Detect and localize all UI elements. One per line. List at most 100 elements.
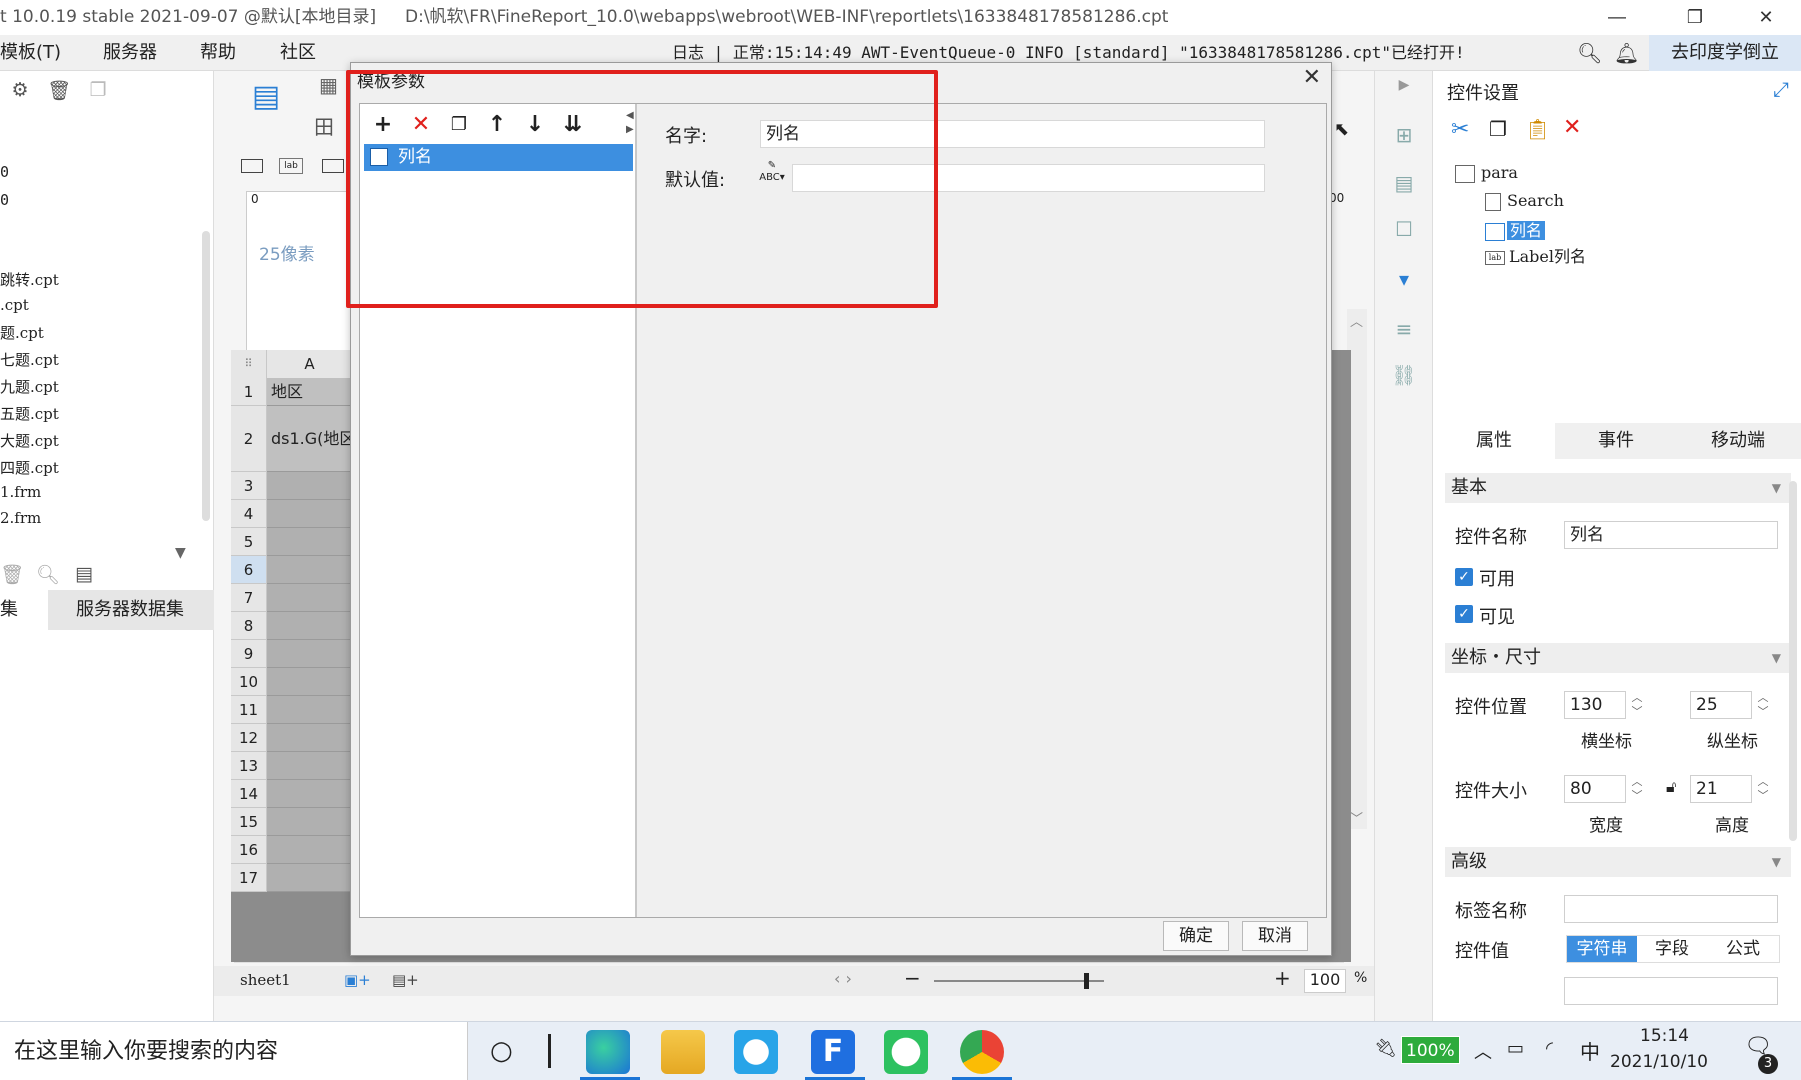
row-header[interactable]: 3 — [231, 472, 267, 500]
file-item[interactable]: 五题.cpt — [0, 403, 59, 424]
row-header[interactable]: 13 — [231, 752, 267, 780]
zoom-slider[interactable] — [934, 980, 1104, 982]
grid-icon[interactable]: 田 — [314, 111, 342, 139]
cell[interactable] — [267, 612, 353, 640]
ok-button[interactable]: 确定 — [1163, 921, 1229, 951]
edge-icon[interactable] — [586, 1030, 630, 1074]
delete-icon[interactable]: ✕ — [1563, 115, 1581, 140]
task-view-icon[interactable]: ○ — [490, 1036, 513, 1066]
file-item[interactable]: 七题.cpt — [0, 349, 59, 370]
cell[interactable] — [267, 780, 353, 808]
row-header[interactable]: 5 — [231, 528, 267, 556]
visible-checkbox[interactable]: ✓ — [1455, 605, 1473, 623]
cell[interactable] — [267, 472, 353, 500]
row-header[interactable]: 2 — [231, 406, 267, 472]
edit-dataset-icon[interactable]: ▤ — [72, 563, 96, 587]
cell[interactable] — [267, 836, 353, 864]
chevron-down-icon[interactable]: ▼ — [175, 545, 186, 561]
row-header[interactable]: 4 — [231, 500, 267, 528]
tab-template-dataset[interactable]: 集 — [0, 590, 48, 630]
cell[interactable]: ds1.G(地区 — [267, 406, 353, 472]
combobox-icon[interactable]: ▾ — [1391, 267, 1417, 293]
scrollbar[interactable] — [1789, 481, 1797, 841]
menu-community[interactable]: 社区 — [280, 35, 316, 71]
clock-date[interactable]: 2021/10/10 — [1610, 1052, 1708, 1072]
row-header[interactable]: 10 — [231, 668, 267, 696]
taskbar-search[interactable]: 在这里输入你要搜索的内容 — [0, 1022, 468, 1080]
value-type-formula[interactable]: 公式 — [1707, 936, 1779, 962]
cancel-button[interactable]: 取消 — [1242, 921, 1308, 951]
file-item[interactable]: 四题.cpt — [0, 457, 59, 478]
tree-item-search[interactable]: Search — [1485, 191, 1564, 211]
battery-icon[interactable]: ▭ — [1507, 1038, 1524, 1059]
width-spinner-icon[interactable]: ︿ ﹀ — [1629, 775, 1645, 803]
tab-server-dataset[interactable]: 服务器数据集 — [76, 590, 184, 630]
row-header[interactable]: 12 — [231, 724, 267, 752]
cell[interactable] — [267, 696, 353, 724]
section-advanced[interactable]: 高级 ▼ — [1445, 847, 1791, 877]
cursor-icon[interactable]: ⬉ — [1334, 119, 1349, 140]
chevron-up-icon[interactable]: ︿ — [1474, 1038, 1492, 1064]
menu-server[interactable]: 服务器 — [103, 35, 157, 71]
menu-template[interactable]: 模板(T) — [0, 35, 61, 71]
tab-layout-icon[interactable]: ≡ — [1391, 317, 1417, 343]
row-header[interactable]: 1 — [231, 378, 267, 406]
lock-icon[interactable]: 🔓︎ — [1666, 777, 1676, 797]
cell[interactable] — [267, 640, 353, 668]
textbox-widget-icon[interactable] — [241, 159, 263, 173]
delete-icon[interactable]: 🗑︎ — [47, 79, 71, 103]
row-header[interactable]: 9 — [231, 640, 267, 668]
row-header[interactable]: 17 — [231, 864, 267, 892]
add-form-sheet-icon[interactable]: ▤+ — [392, 971, 419, 989]
close-icon[interactable]: ✕ — [1731, 0, 1801, 35]
tree-root[interactable]: para — [1455, 163, 1518, 183]
sheet-tab[interactable]: sheet1 — [240, 971, 291, 989]
cell[interactable] — [267, 500, 353, 528]
cell[interactable] — [267, 864, 353, 892]
battery-indicator[interactable]: 100% — [1401, 1036, 1460, 1064]
cell[interactable] — [267, 724, 353, 752]
copy-icon[interactable]: ❐ — [86, 79, 110, 103]
paste-icon[interactable]: 📋︎ — [1525, 117, 1550, 141]
cut-icon[interactable]: ✂ — [1451, 117, 1469, 142]
height-spinner-icon[interactable]: ︿ ﹀ — [1755, 775, 1771, 803]
select-all-icon[interactable]: ⠿ — [231, 350, 267, 378]
frame-icon[interactable]: ☐ — [1391, 217, 1417, 243]
tab-events[interactable]: 事件 — [1555, 423, 1677, 459]
file-item[interactable]: 1.frm — [0, 483, 41, 501]
cell[interactable] — [267, 808, 353, 836]
x-field[interactable]: 130 — [1564, 691, 1626, 719]
width-field[interactable]: 80 — [1564, 775, 1626, 803]
scroll-up-icon[interactable]: ︿ — [1350, 311, 1363, 330]
dialog-close-icon[interactable]: ✕ — [1303, 65, 1321, 90]
value-type-field[interactable]: 字段 — [1637, 936, 1707, 962]
add-sheet-icon[interactable]: ▣+ — [344, 971, 371, 989]
wifi-icon[interactable]: ◜ — [1546, 1038, 1553, 1059]
bell-icon[interactable]: 🔔︎ — [1614, 41, 1639, 65]
file-item[interactable]: 大题.cpt — [0, 430, 59, 451]
chrome-icon[interactable] — [960, 1030, 1004, 1074]
column-header-a[interactable]: A — [267, 350, 353, 378]
cell[interactable] — [267, 584, 353, 612]
preview-icon[interactable]: 🔍︎ — [36, 563, 60, 587]
file-item[interactable]: 2.frm — [0, 509, 41, 527]
tab-properties[interactable]: 属性 — [1433, 423, 1555, 459]
cell[interactable] — [267, 556, 353, 584]
x-spinner-icon[interactable]: ︿ ﹀ — [1629, 691, 1645, 719]
row-header[interactable]: 16 — [231, 836, 267, 864]
cell[interactable]: 地区 — [267, 378, 353, 406]
row-header[interactable]: 11 — [231, 696, 267, 724]
enabled-checkbox[interactable]: ✓ — [1455, 568, 1473, 586]
minimize-icon[interactable]: ― — [1582, 0, 1652, 35]
row-header[interactable]: 14 — [231, 780, 267, 808]
scrollbar[interactable] — [202, 231, 210, 521]
y-field[interactable]: 25 — [1690, 691, 1752, 719]
file-item[interactable]: 题.cpt — [0, 322, 44, 343]
value-type-string[interactable]: 字符串 — [1567, 936, 1637, 962]
button-widget-icon[interactable] — [322, 159, 344, 173]
link-icon[interactable]: ⛓ — [1391, 363, 1417, 389]
collapse-arrow-icon[interactable]: ▶ — [1391, 77, 1417, 103]
scroll-down-icon[interactable]: ﹀ — [1350, 808, 1363, 827]
ime-indicator[interactable]: 中 — [1580, 1036, 1600, 1065]
file-item[interactable]: 跳转.cpt — [0, 269, 59, 290]
